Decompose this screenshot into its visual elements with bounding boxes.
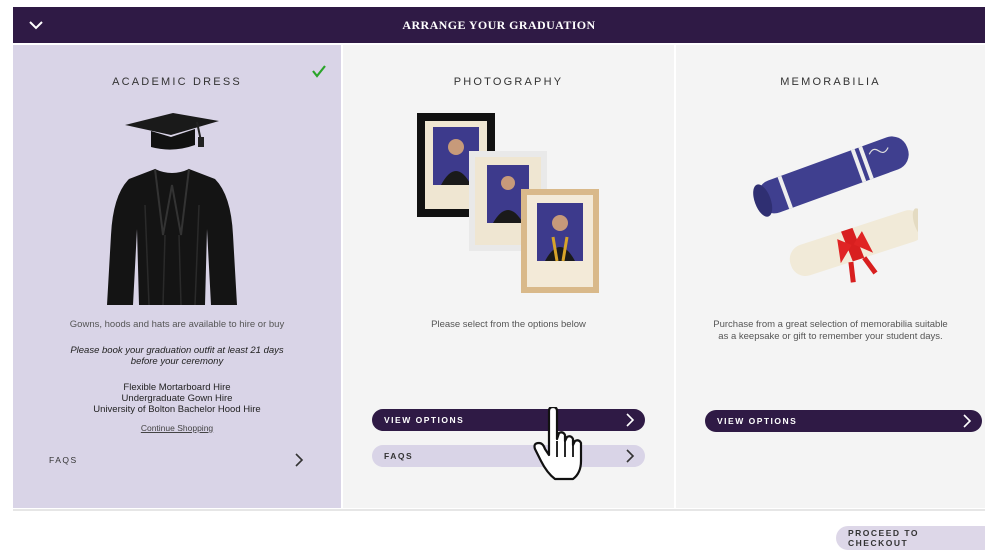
selected-item: Flexible Mortarboard Hire — [123, 382, 231, 393]
photography-faqs-button[interactable]: FAQS — [372, 445, 645, 467]
academic-dress-description: Gowns, hoods and hats are available to h… — [69, 319, 285, 330]
gown-image — [107, 168, 237, 306]
proceed-to-checkout-button[interactable]: PROCEED TO CHECKOUT — [836, 526, 985, 550]
memorabilia-view-options-button[interactable]: VIEW OPTIONS — [705, 410, 982, 432]
selected-item: University of Bolton Bachelor Hood Hire — [93, 404, 261, 415]
section-header-bar[interactable]: ARRANGE YOUR GRADUATION — [13, 7, 985, 43]
chevron-right-icon — [626, 449, 635, 463]
faqs-label: FAQS — [384, 451, 414, 461]
photo-frames-image — [417, 113, 599, 293]
description-line: Purchase from a great selection of memor… — [713, 319, 948, 330]
photography-description: Please select from the options below — [431, 319, 586, 330]
chevron-right-icon — [295, 453, 304, 467]
photography-title: PHOTOGRAPHY — [453, 76, 564, 88]
hand-pointer-cursor-icon — [533, 407, 583, 481]
selected-items-list: Flexible Mortarboard Hire Undergraduate … — [23, 382, 331, 415]
section-title: ARRANGE YOUR GRADUATION — [402, 17, 596, 32]
footer-divider — [13, 509, 985, 511]
continue-shopping-link[interactable]: Continue Shopping — [13, 423, 341, 433]
chevron-right-icon — [963, 414, 972, 428]
checkmark-icon — [312, 65, 326, 78]
academic-dress-title: ACADEMIC DRESS — [112, 76, 242, 88]
chevron-down-icon[interactable] — [27, 16, 45, 34]
mortarboard-image — [125, 113, 219, 150]
photography-panel[interactable]: PHOTOGRAPHY Please select from the optio… — [343, 45, 674, 508]
view-options-label: VIEW OPTIONS — [717, 416, 798, 426]
memorabilia-description: Purchase from a great selection of memor… — [686, 319, 975, 343]
selected-item: Undergraduate Gown Hire — [121, 393, 233, 404]
description-line: as a keepsake or gift to remember your s… — [718, 331, 943, 342]
booking-note-line2: before your ceremony — [130, 356, 224, 367]
academic-dress-panel[interactable]: ACADEMIC DRESS Gowns, hoods and hats are… — [13, 45, 341, 508]
photography-view-options-button[interactable]: VIEW OPTIONS — [372, 409, 645, 431]
checkout-label: PROCEED TO CHECKOUT — [848, 528, 920, 548]
faqs-label: FAQS — [49, 455, 78, 465]
chevron-right-icon — [626, 413, 635, 427]
memorabilia-title: MEMORABILIA — [780, 76, 881, 88]
view-options-label: VIEW OPTIONS — [384, 415, 465, 425]
memorabilia-image — [753, 136, 918, 283]
memorabilia-panel[interactable]: MEMORABILIA Purchase from a great select… — [676, 45, 985, 508]
academic-dress-faqs-row[interactable]: FAQS — [49, 450, 304, 470]
